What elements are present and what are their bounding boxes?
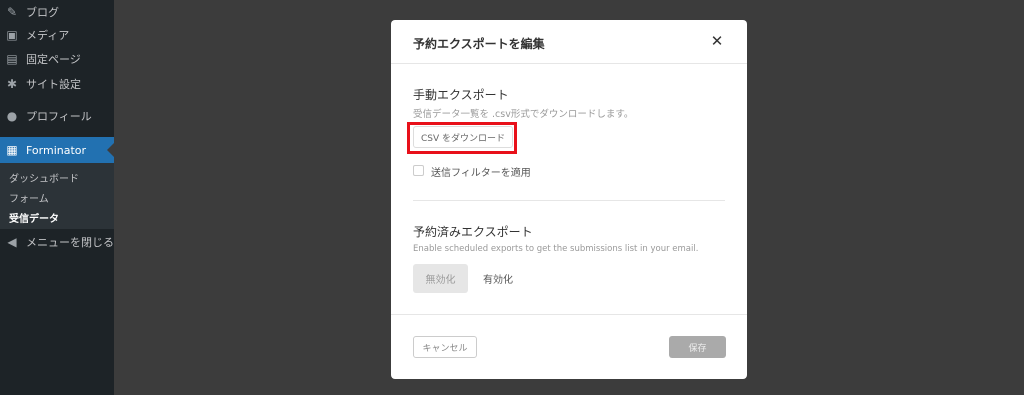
sidebar-item-site-settings[interactable]: ✱ サイト設定: [0, 72, 114, 96]
enable-toggle[interactable]: 有効化: [473, 264, 523, 293]
forminator-icon: ▦: [6, 143, 18, 157]
sidebar-item-label: Forminator: [26, 143, 87, 157]
active-indicator: [107, 143, 114, 157]
submenu-item-dashboard[interactable]: ダッシュボード: [9, 170, 79, 185]
sidebar-item-label: プロフィール: [26, 110, 92, 123]
collapse-icon: ◀: [7, 235, 17, 249]
sidebar-item-label: メディア: [26, 29, 70, 42]
apply-filter-checkbox[interactable]: [413, 165, 424, 176]
manual-export-title: 手動エクスポート: [413, 88, 509, 102]
submenu-item-forms[interactable]: フォーム: [9, 190, 49, 205]
settings-icon: ✱: [6, 77, 18, 91]
sidebar-item-pages[interactable]: ▤ 固定ページ: [0, 47, 114, 71]
modal-title: 予約エクスポートを編集: [413, 37, 545, 51]
manual-export-description: 受信データ一覧を .csv形式でダウンロードします。: [413, 109, 634, 120]
user-icon: ●: [6, 109, 18, 123]
edit-scheduled-export-modal: 予約エクスポートを編集 ✕ 手動エクスポート 受信データ一覧を .csv形式でダ…: [391, 20, 747, 379]
sidebar-item-label: 固定ページ: [26, 53, 81, 66]
sidebar-item-blog[interactable]: ✎ ブログ: [0, 0, 114, 24]
scheduled-export-description: Enable scheduled exports to get the subm…: [413, 244, 699, 254]
sidebar-item-label: サイト設定: [26, 78, 81, 91]
page-icon: ▤: [6, 52, 18, 66]
download-csv-button[interactable]: CSV をダウンロード: [413, 126, 513, 148]
sidebar-item-profile[interactable]: ● プロフィール: [0, 104, 114, 128]
section-divider: [413, 200, 725, 201]
scheduled-export-title: 予約済みエクスポート: [413, 225, 533, 239]
close-icon[interactable]: ✕: [707, 31, 727, 51]
collapse-menu-button[interactable]: ◀ メニューを閉じる: [0, 230, 114, 254]
sidebar-item-media[interactable]: ▣ メディア: [0, 23, 114, 47]
sidebar-item-forminator[interactable]: ▦ Forminator: [0, 137, 114, 163]
admin-sidebar: ✎ ブログ ▣ メディア ▤ 固定ページ ✱ サイト設定 ● プロフィール ▦ …: [0, 0, 114, 395]
collapse-label: メニューを閉じる: [26, 236, 114, 249]
apply-filter-label: 送信フィルターを適用: [431, 168, 531, 179]
pin-icon: ✎: [6, 5, 18, 19]
footer-divider: [391, 314, 747, 315]
cancel-button[interactable]: キャンセル: [413, 336, 477, 358]
submenu-item-submissions[interactable]: 受信データ: [9, 210, 59, 225]
modal-header: 予約エクスポートを編集 ✕: [391, 20, 747, 64]
sidebar-item-label: ブログ: [26, 6, 59, 19]
forminator-submenu: ダッシュボード フォーム 受信データ: [0, 163, 114, 229]
save-button[interactable]: 保存: [669, 336, 726, 358]
media-icon: ▣: [6, 28, 18, 42]
disable-toggle[interactable]: 無効化: [413, 264, 468, 293]
